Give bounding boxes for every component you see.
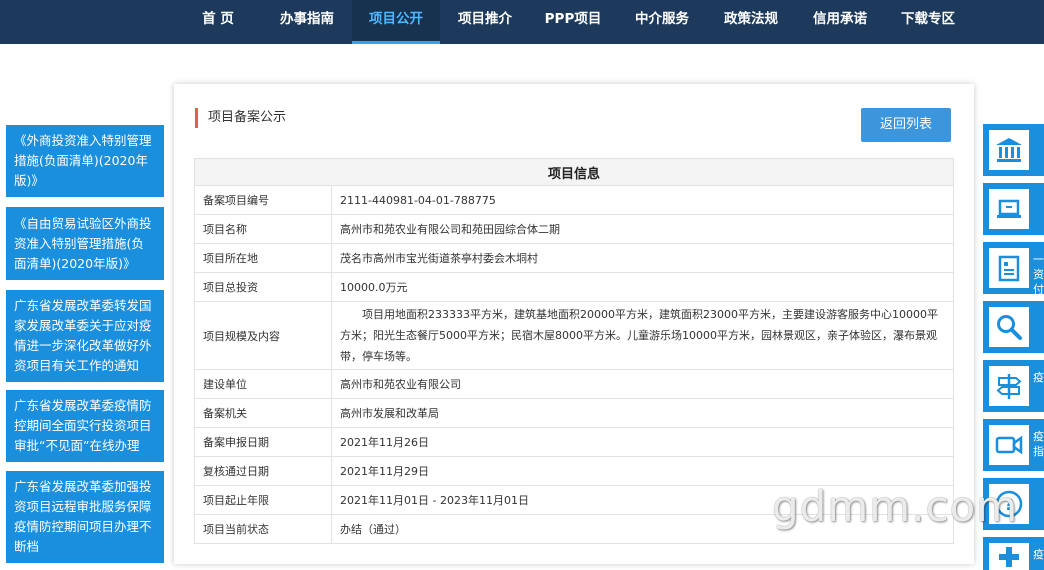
row-label: 项目所在地 (194, 243, 332, 273)
table-row: 项目当前状态 办结（通过） (194, 514, 954, 544)
quick-link-help[interactable]: ? (983, 478, 1044, 530)
page-title: 项目备案公示 (195, 108, 286, 128)
nav-policy-regulation[interactable]: 政策法规 (711, 0, 791, 44)
content-panel: 项目备案公示 返回列表 项目信息 备案项目编号 2111-440981-04-0… (174, 84, 974, 564)
table-row: 项目名称 高州市和苑农业有限公司和苑田园综合体二期 (194, 214, 954, 244)
row-label: 项目总投资 (194, 272, 332, 302)
row-label: 项目当前状态 (194, 514, 332, 544)
nav-ppp-project[interactable]: PPP项目 (535, 0, 611, 44)
table-row: 建设单位 高州市和苑农业有限公司 (194, 369, 954, 399)
table-row: 复核通过日期 2021年11月29日 (194, 456, 954, 486)
quick-link-medical[interactable]: 疫 (983, 537, 1044, 570)
nav-credit-commitment[interactable]: 信用承诺 (800, 0, 880, 44)
quick-link-label: 疫 指 (1033, 430, 1044, 458)
sidebar-link-online-approval[interactable]: 广东省发展改革委疫情防控期间全面实行投资项目审批“不见面”在线办理 (6, 390, 164, 462)
table-header: 项目信息 (194, 158, 954, 186)
row-value: 高州市和苑农业有限公司 (331, 369, 954, 399)
sidebar-link-epidemic-foreign-investment[interactable]: 广东省发展改革委转发国家发展改革委关于应对疫情进一步深化改革做好外资项目有关工作… (6, 290, 164, 382)
quick-link-search[interactable] (983, 301, 1044, 353)
video-camera-icon (989, 425, 1029, 465)
row-value: 高州市和苑农业有限公司和苑田园综合体二期 (331, 214, 954, 244)
row-label: 备案项目编号 (194, 185, 332, 215)
sidebar-link-remote-approval[interactable]: 广东省发展改革委加强投资项目远程审批服务保障疫情防控期间项目办理不断档 (6, 471, 164, 563)
row-value: 2021年11月29日 (331, 456, 954, 486)
row-value: 项目用地面积233333平方米，建筑基地面积20000平方米，建筑面积23000… (331, 301, 954, 370)
row-label: 项目起止年限 (194, 485, 332, 515)
row-value: 2021年11月01日 - 2023年11月01日 (331, 485, 954, 515)
signpost-icon (989, 366, 1029, 406)
help-icon: ? (989, 484, 1029, 524)
quick-link-label: 一 资 付 (1033, 253, 1044, 294)
row-value: 高州市发展和改革局 (331, 398, 954, 428)
row-label: 建设单位 (194, 369, 332, 399)
nav-home[interactable]: 首 页 (188, 0, 248, 44)
quick-link-laptop[interactable] (983, 183, 1044, 235)
search-icon (989, 307, 1029, 347)
nav-guide[interactable]: 办事指南 (267, 0, 347, 44)
svg-text:?: ? (1004, 495, 1013, 514)
row-label: 备案机关 (194, 398, 332, 428)
top-navigation: 首 页 办事指南 项目公开 项目推介 PPP项目 中介服务 政策法规 信用承诺 … (0, 0, 1044, 44)
row-value: 2111-440981-04-01-788775 (331, 185, 954, 215)
quick-link-label: 疫 (1033, 371, 1044, 384)
table-row: 项目总投资 10000.0万元 (194, 272, 954, 302)
table-row: 备案项目编号 2111-440981-04-01-788775 (194, 185, 954, 215)
row-label: 备案申报日期 (194, 427, 332, 457)
row-value: 10000.0万元 (331, 272, 954, 302)
quick-link-video[interactable]: 疫 指 (983, 419, 1044, 471)
table-row: 项目所在地 茂名市高州市宝光街道茶亭村委会木垌村 (194, 243, 954, 273)
nav-download[interactable]: 下载专区 (888, 0, 968, 44)
row-label: 项目名称 (194, 214, 332, 244)
medical-icon (989, 543, 1029, 570)
quick-link-bank[interactable] (983, 124, 1044, 176)
bank-icon (989, 130, 1029, 170)
nav-project-promotion[interactable]: 项目推介 (445, 0, 525, 44)
row-value: 办结（通过） (331, 514, 954, 544)
table-row: 备案机关 高州市发展和改革局 (194, 398, 954, 428)
table-header-row: 项目信息 (194, 158, 954, 186)
quick-link-document[interactable]: 一 资 付 (983, 242, 1044, 294)
row-value: 茂名市高州市宝光街道茶亭村委会木垌村 (331, 243, 954, 273)
row-label: 项目规模及内容 (194, 301, 332, 370)
sidebar-link-negative-list[interactable]: 《外商投资准入特别管理措施(负面清单)(2020年版)》 (6, 125, 164, 197)
back-to-list-button[interactable]: 返回列表 (861, 108, 951, 142)
quick-link-label: 疫 (1033, 548, 1044, 561)
nav-project-disclosure[interactable]: 项目公开 (352, 0, 440, 44)
document-list-icon (989, 248, 1029, 288)
table-row: 备案申报日期 2021年11月26日 (194, 427, 954, 457)
laptop-icon (989, 189, 1029, 229)
table-row: 项目规模及内容 项目用地面积233333平方米，建筑基地面积20000平方米，建… (194, 301, 954, 370)
quick-link-signpost[interactable]: 疫 (983, 360, 1044, 412)
table-row: 项目起止年限 2021年11月01日 - 2023年11月01日 (194, 485, 954, 515)
nav-intermediary-service[interactable]: 中介服务 (622, 0, 702, 44)
row-label: 复核通过日期 (194, 456, 332, 486)
project-info-table: 项目信息 备案项目编号 2111-440981-04-01-788775 项目名… (194, 158, 954, 544)
sidebar-link-ftz-negative-list[interactable]: 《自由贸易试验区外商投资准入特别管理措施(负面清单)(2020年版)》 (6, 207, 164, 280)
row-value: 2021年11月26日 (331, 427, 954, 457)
